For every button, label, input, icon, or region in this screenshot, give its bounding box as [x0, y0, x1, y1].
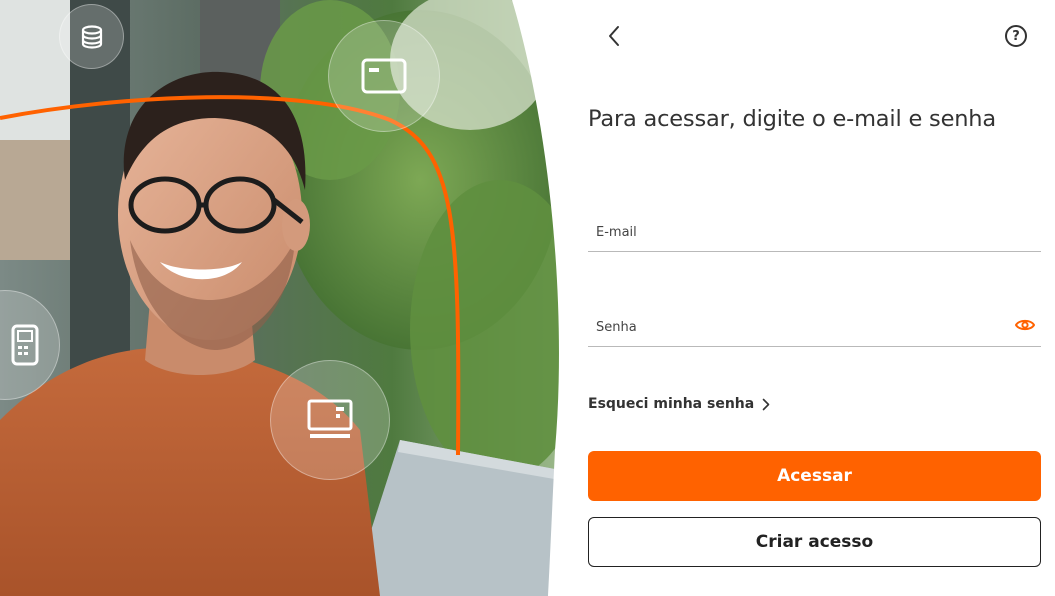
credit-card-icon: [328, 20, 440, 132]
login-panel: ? Para acessar, digite o e-mail e senha …: [560, 0, 1055, 596]
create-access-button[interactable]: Criar acesso: [588, 517, 1041, 567]
chevron-left-icon: [609, 26, 619, 46]
forgot-password-label: Esqueci minha senha: [588, 396, 755, 412]
eye-icon: [1015, 319, 1035, 331]
show-password-button[interactable]: [1013, 313, 1037, 337]
password-field-wrapper: [588, 307, 1041, 347]
email-field-wrapper: [588, 212, 1041, 252]
page-title: Para acessar, digite o e-mail e senha: [588, 106, 996, 132]
login-button-label: Acessar: [777, 466, 852, 486]
hero-photo: [0, 0, 560, 596]
create-access-label: Criar acesso: [755, 532, 874, 552]
help-circle-icon: ?: [1012, 28, 1020, 44]
back-button[interactable]: [600, 22, 628, 50]
login-button[interactable]: Acessar: [588, 451, 1041, 501]
email-field[interactable]: [588, 212, 1041, 251]
password-field[interactable]: [588, 307, 1041, 346]
card-terminal-icon: [270, 360, 390, 480]
chevron-right-icon: [762, 398, 770, 410]
help-button[interactable]: ?: [1005, 25, 1027, 47]
coins-icon: [59, 4, 124, 69]
forgot-password-link[interactable]: Esqueci minha senha: [588, 394, 770, 414]
hero-panel: [0, 0, 560, 596]
